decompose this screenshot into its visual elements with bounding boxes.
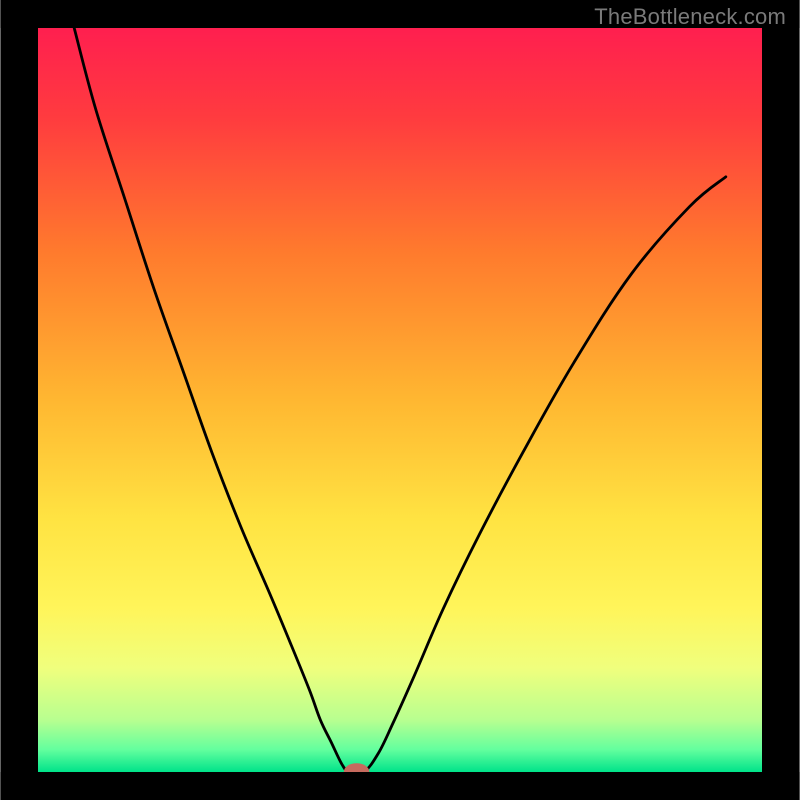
gradient-background: [38, 28, 762, 772]
frame-border: [0, 0, 38, 800]
bottleneck-chart: [0, 0, 800, 800]
watermark-text: TheBottleneck.com: [594, 4, 786, 30]
frame-border: [0, 772, 799, 800]
chart-container: TheBottleneck.com: [0, 0, 800, 800]
frame-border: [762, 0, 800, 800]
